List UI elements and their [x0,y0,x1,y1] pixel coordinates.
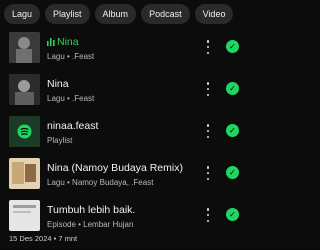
list-item[interactable]: Nina (Namoy Budaya Remix) Lagu • Namoy B… [0,154,250,196]
more-options-icon[interactable] [206,40,210,54]
downloaded-check-icon: ✓ [226,208,239,221]
filter-chip-album[interactable]: Album [94,4,137,24]
list-item[interactable]: Nina Lagu • .Feast ✓ [0,28,250,70]
song-thumbnail [9,158,40,189]
filter-chip-playlist[interactable]: Playlist [45,4,90,24]
more-options-icon[interactable] [206,208,210,222]
more-options-icon[interactable] [206,124,210,138]
song-thumbnail [9,32,40,63]
list-item[interactable]: Nina Lagu • .Feast ✓ [0,70,250,112]
downloaded-check-icon: ✓ [226,40,239,53]
filter-chip-lagu[interactable]: Lagu [4,4,41,24]
playlist-thumbnail [9,116,40,147]
item-title: Nina [47,36,79,49]
item-title: ninaa.feast [47,120,99,132]
list-item[interactable]: ninaa.feast Playlist ✓ [0,112,250,154]
item-subtitle: Lagu • Namoy Budaya, .Feast [47,178,154,187]
list-item[interactable]: Tumbuh lebih baik. Episode • Lembar Huja… [0,196,250,238]
item-title: Nina (Namoy Budaya Remix) [47,162,183,174]
item-subtitle: Lagu • .Feast [47,94,95,103]
song-thumbnail [9,74,40,105]
item-title: Nina [47,78,69,90]
equalizer-icon [47,37,55,49]
filter-chip-video[interactable]: Video [194,4,234,24]
episode-date-duration: 15 Des 2024 • 7 mnt [9,234,78,243]
downloaded-check-icon: ✓ [226,82,239,95]
more-options-icon[interactable] [206,82,210,96]
downloaded-check-icon: ✓ [226,166,239,179]
episode-thumbnail [9,200,40,231]
item-subtitle: Playlist [47,136,73,145]
filter-chips: Lagu Playlist Album Podcast Video [4,4,250,26]
item-title: Tumbuh lebih baik. [47,204,136,216]
item-subtitle: Lagu • .Feast [47,52,95,61]
more-options-icon[interactable] [206,166,210,180]
item-title-text: Nina [57,36,79,48]
downloaded-check-icon: ✓ [226,124,239,137]
filter-chip-podcast[interactable]: Podcast [141,4,190,24]
search-results-list: Nina Lagu • .Feast ✓ Nina Lagu • .Feast … [0,28,250,238]
item-subtitle: Episode • Lembar Hujan [47,220,134,229]
